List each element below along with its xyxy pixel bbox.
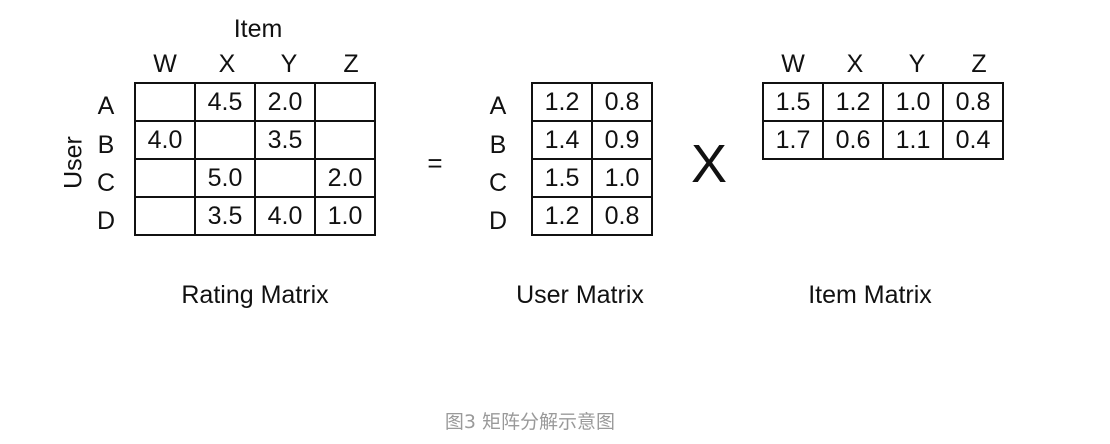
user-row-header: A (489, 92, 507, 120)
user-row-header: D (488, 207, 508, 235)
item-cell: 0.6 (822, 120, 884, 160)
rating-col-header: W (153, 50, 177, 78)
table-row: 1.4 0.9 (531, 120, 653, 160)
item-col-header: Y (908, 50, 926, 78)
rating-col-header: Y (280, 50, 298, 78)
table-row: 3.5 4.0 1.0 (134, 196, 376, 236)
rating-col-header: Z (343, 50, 359, 78)
rating-cell (314, 82, 376, 122)
user-cell: 1.5 (531, 158, 593, 198)
rating-cell (134, 158, 196, 198)
rating-matrix-caption: Rating Matrix (181, 281, 329, 309)
table-row: 4.0 3.5 (134, 120, 376, 160)
item-cell: 1.5 (762, 82, 824, 122)
user-matrix: 1.2 0.8 1.4 0.9 1.5 1.0 1.2 0.8 (531, 82, 653, 236)
table-row: 1.5 1.0 (531, 158, 653, 198)
table-row: 1.7 0.6 1.1 0.4 (762, 120, 1004, 160)
user-matrix-caption: User Matrix (516, 281, 644, 309)
table-row: 1.2 0.8 (531, 82, 653, 122)
table-row: 1.2 0.8 (531, 196, 653, 236)
table-row: 1.5 1.2 1.0 0.8 (762, 82, 1004, 122)
item-cell: 1.7 (762, 120, 824, 160)
user-cell: 1.2 (531, 82, 593, 122)
rating-row-header: A (97, 92, 115, 120)
rating-cell: 4.0 (254, 196, 316, 236)
rating-cell (314, 120, 376, 160)
user-cell: 0.9 (591, 120, 653, 160)
rating-cell (134, 196, 196, 236)
rating-cell: 3.5 (194, 196, 256, 236)
item-cell: 1.1 (882, 120, 944, 160)
rating-cell: 4.0 (134, 120, 196, 160)
table-row: 4.5 2.0 (134, 82, 376, 122)
rating-cell (134, 82, 196, 122)
figure-caption: 图3 矩阵分解示意图 (444, 411, 616, 433)
user-cell: 0.8 (591, 82, 653, 122)
rating-row-header: C (96, 169, 116, 197)
rating-cell: 1.0 (314, 196, 376, 236)
item-matrix: 1.5 1.2 1.0 0.8 1.7 0.6 1.1 0.4 (762, 82, 1004, 160)
item-cell: 1.0 (882, 82, 944, 122)
rating-cell (254, 158, 316, 198)
rating-cell: 5.0 (194, 158, 256, 198)
user-row-header: C (488, 169, 508, 197)
rating-col-header: X (218, 50, 236, 78)
rating-cell: 2.0 (314, 158, 376, 198)
table-row: 5.0 2.0 (134, 158, 376, 198)
item-matrix-caption: Item Matrix (808, 281, 932, 309)
item-cell: 0.4 (942, 120, 1004, 160)
item-cell: 0.8 (942, 82, 1004, 122)
user-cell: 1.2 (531, 196, 593, 236)
item-col-header: Z (971, 50, 987, 78)
item-col-header: W (781, 50, 805, 78)
multiply-sign: X (690, 134, 728, 194)
user-row-header: B (489, 131, 507, 159)
rating-row-header: D (96, 207, 116, 235)
rating-axis-user-label: User (59, 136, 88, 189)
item-cell: 1.2 (822, 82, 884, 122)
item-col-header: X (846, 50, 864, 78)
equals-sign: = (427, 148, 443, 178)
rating-cell: 3.5 (254, 120, 316, 160)
rating-cell (194, 120, 256, 160)
user-cell: 1.0 (591, 158, 653, 198)
rating-cell: 2.0 (254, 82, 316, 122)
rating-row-header: B (97, 131, 115, 159)
user-cell: 1.4 (531, 120, 593, 160)
rating-matrix: 4.5 2.0 4.0 3.5 5.0 2.0 3.5 4.0 1.0 (134, 82, 376, 236)
rating-axis-item-label: Item (233, 15, 283, 43)
user-cell: 0.8 (591, 196, 653, 236)
rating-cell: 4.5 (194, 82, 256, 122)
